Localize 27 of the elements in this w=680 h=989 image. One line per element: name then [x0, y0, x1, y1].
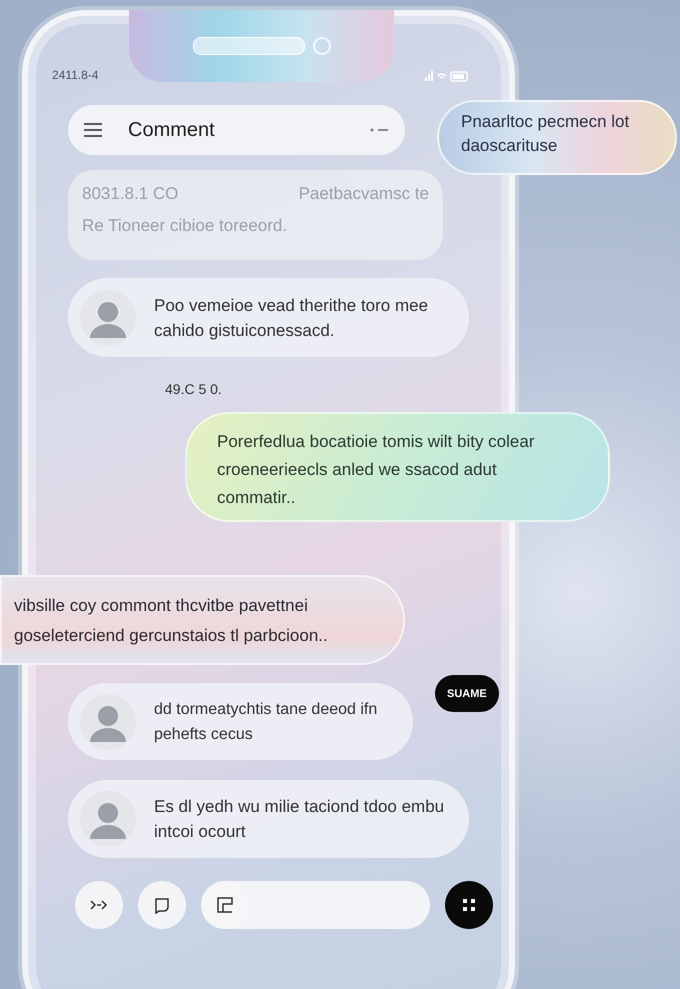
menu-icon[interactable] [84, 122, 102, 138]
status-icons [424, 70, 469, 82]
message-bubble: Porerfedlua bocatioie tomis wilt bity colear croeneerieecls anled we ssacod adut commatir.. [185, 412, 610, 522]
timestamp: 49.C 5 0. [165, 381, 223, 399]
floating-note: Pnaarltoc pecmecn lot daoscarituse [437, 100, 677, 175]
note-icon[interactable] [216, 896, 234, 914]
avatar-icon [80, 694, 136, 750]
message-bubble: vibsille coy commont thcvitbe pavettnei goseleterciend gercunstaios tl parbcioon.. [0, 575, 405, 665]
chat-icon [153, 896, 171, 914]
share-button[interactable]: SUAME [435, 675, 499, 712]
header-title: Comment [128, 118, 216, 142]
comment-text: Es dl yedh wu milie taciond tdoo embu intcoi ocourt [154, 796, 446, 843]
card-text: Re Tioneer cibioe toreeord. [82, 216, 288, 236]
avatar-icon [80, 290, 136, 346]
forward-icon [90, 900, 108, 910]
card-code: 8031.8.1 CO [82, 184, 178, 204]
input-field[interactable] [201, 881, 430, 929]
more-icon[interactable] [369, 127, 389, 133]
comment-text: dd tormeatychtis tane deeod ifn pehefts cecus [154, 700, 378, 744]
comment-text: Poo vemeioe vead therithe toro mee cahido gistuiconessacd. [154, 294, 430, 342]
chat-button[interactable] [138, 881, 186, 929]
card-tag: Paetbacvamsc te [298, 184, 429, 204]
grid-icon [462, 898, 476, 912]
status-time: 2411.8-4 [52, 68, 98, 82]
apps-button[interactable] [445, 881, 493, 929]
forward-button[interactable] [75, 881, 123, 929]
avatar-icon [80, 791, 136, 847]
